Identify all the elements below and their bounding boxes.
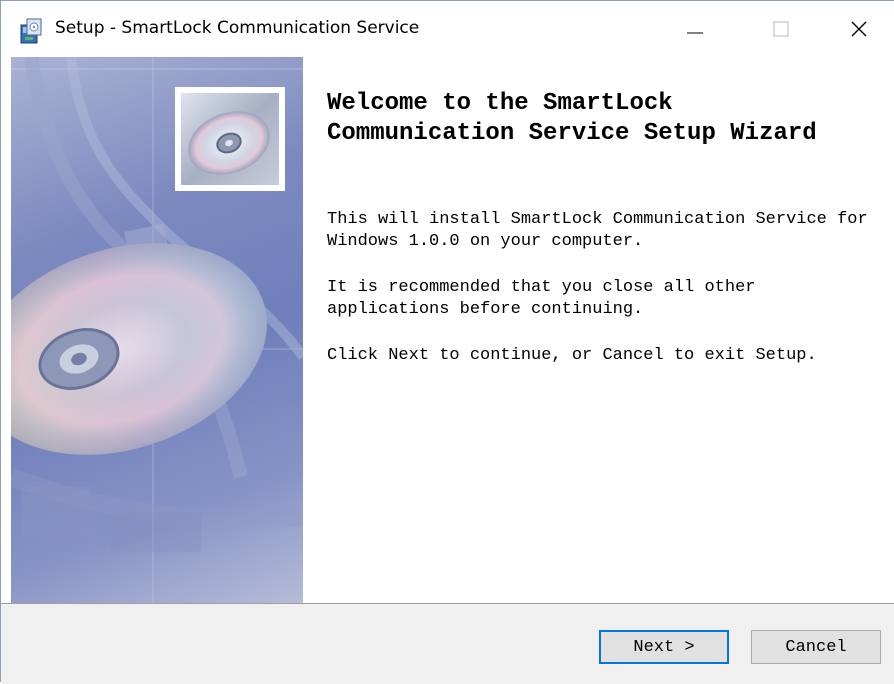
close-icon	[851, 21, 867, 37]
cd-badge-background	[181, 93, 279, 185]
setup-window: Setup - SmartLock Communication Service	[0, 0, 894, 684]
setup-app-icon	[20, 18, 42, 44]
cd-icon	[188, 111, 270, 175]
next-button[interactable]: Next >	[599, 630, 729, 664]
close-button[interactable]	[829, 1, 889, 57]
title-bar[interactable]: Setup - SmartLock Communication Service	[1, 1, 894, 57]
minimize-icon	[687, 32, 703, 34]
cancel-button[interactable]: Cancel	[751, 630, 881, 664]
close-apps-recommendation: It is recommended that you close all oth…	[327, 278, 756, 319]
wizard-sidebar-image	[11, 57, 303, 603]
cd-badge-frame	[175, 87, 285, 191]
window-title: Setup - SmartLock Communication Service	[55, 18, 420, 38]
continue-instruction: Click Next to continue, or Cancel to exi…	[327, 346, 817, 365]
minimize-button[interactable]	[665, 1, 725, 57]
welcome-heading: Welcome to the SmartLock Communication S…	[327, 90, 817, 147]
install-description: This will install SmartLock Communicatio…	[327, 210, 868, 251]
wizard-button-bar: Next > Cancel	[1, 603, 894, 684]
maximize-icon	[773, 21, 789, 37]
maximize-button[interactable]	[751, 1, 811, 57]
